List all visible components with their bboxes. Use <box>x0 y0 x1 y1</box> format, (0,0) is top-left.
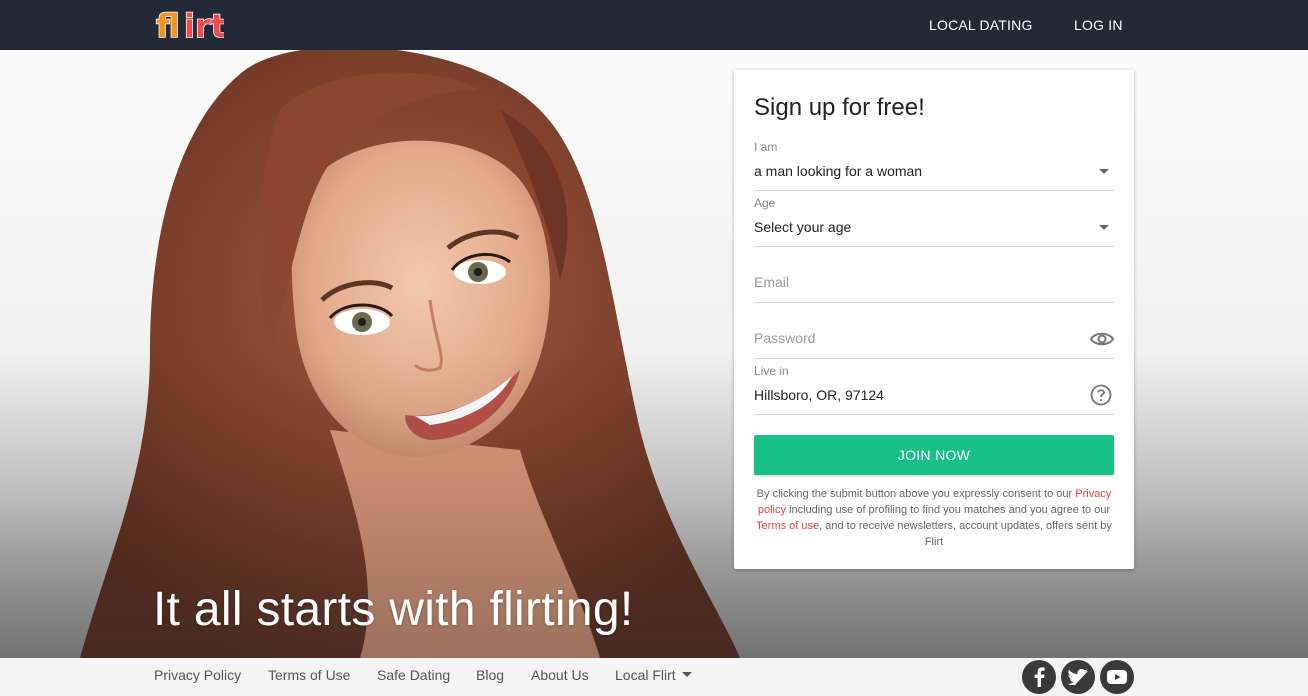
show-password-eye-icon[interactable] <box>1090 329 1114 349</box>
age-label: Age <box>754 196 776 210</box>
nav-log-in[interactable]: LOG IN <box>1074 17 1123 33</box>
join-now-button[interactable]: JOIN NOW <box>754 435 1114 475</box>
nav-local-dating[interactable]: LOCAL DATING <box>929 17 1033 33</box>
footer-local-flirt-dropdown[interactable]: Local Flirt <box>615 667 692 683</box>
live-in-field[interactable]: Live in Hillsboro, OR, 97124 <box>754 360 1114 415</box>
live-in-label: Live in <box>754 364 789 378</box>
i-am-label: I am <box>754 140 778 154</box>
password-field[interactable]: Password <box>754 304 1114 359</box>
consent-text-part1: By clicking the submit button above you … <box>756 488 1073 500</box>
signup-form-card: Sign up for free! I am a man looking for… <box>734 70 1134 569</box>
i-am-select[interactable]: I am a man looking for a woman <box>754 136 1114 191</box>
email-field[interactable]: Email <box>754 248 1114 303</box>
footer-privacy-policy-link[interactable]: Privacy Policy <box>154 667 241 683</box>
password-placeholder: Password <box>754 330 816 346</box>
svg-text:fl: fl <box>156 7 180 44</box>
age-value: Select your age <box>754 219 852 235</box>
help-question-icon[interactable] <box>1090 384 1112 406</box>
consent-text-part3: , and to receive newsletters, account up… <box>819 520 1112 548</box>
local-flirt-label: Local Flirt <box>615 667 676 683</box>
chevron-down-icon <box>1099 169 1109 174</box>
hero-tagline: It all starts with flirting! <box>153 583 634 636</box>
svg-text:irt: irt <box>184 7 224 44</box>
caret-down-icon <box>681 672 692 677</box>
footer: Privacy Policy Terms of Use Safe Dating … <box>0 658 1308 696</box>
chevron-down-icon <box>1099 225 1109 230</box>
consent-text-part2: including use of profiling to find you m… <box>789 504 1111 516</box>
terms-of-use-link[interactable]: Terms of use <box>756 520 819 532</box>
footer-safe-dating-link[interactable]: Safe Dating <box>377 667 450 683</box>
email-placeholder: Email <box>754 274 790 290</box>
footer-blog-link[interactable]: Blog <box>476 667 504 683</box>
age-select[interactable]: Age Select your age <box>754 192 1114 247</box>
signup-title: Sign up for free! <box>754 94 925 121</box>
twitter-icon[interactable] <box>1061 660 1095 694</box>
flirt-logo[interactable]: fl irt <box>154 4 224 44</box>
footer-about-us-link[interactable]: About Us <box>531 667 589 683</box>
footer-terms-of-use-link[interactable]: Terms of Use <box>268 667 350 683</box>
i-am-value: a man looking for a woman <box>754 163 923 179</box>
top-navigation-bar: fl irt LOCAL DATING LOG IN <box>0 0 1308 50</box>
consent-text: By clicking the submit button above you … <box>754 486 1114 550</box>
youtube-icon[interactable] <box>1100 660 1134 694</box>
live-in-value: Hillsboro, OR, 97124 <box>754 387 884 403</box>
facebook-icon[interactable] <box>1022 660 1056 694</box>
